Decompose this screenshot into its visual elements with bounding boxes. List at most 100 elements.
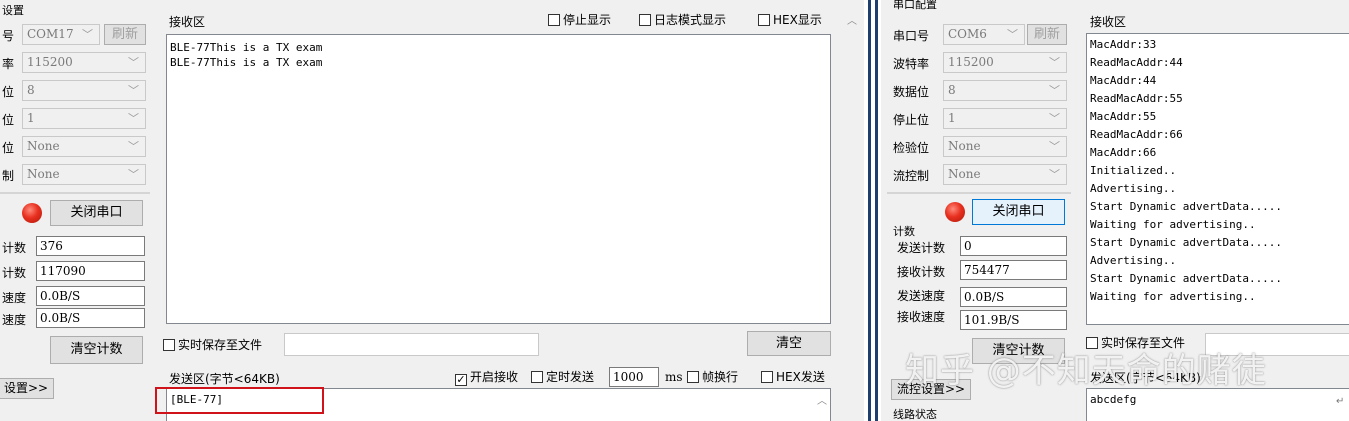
rx-count-label: 接收计数 (897, 265, 946, 279)
timed-send-checkbox[interactable]: 定时发送 (531, 370, 594, 384)
frame-newline-checkbox[interactable]: 帧换行 (687, 370, 738, 384)
databits-label: 位 (2, 85, 15, 99)
baud-label: 波特率 (893, 57, 930, 71)
log-mode-checkbox[interactable]: 日志模式显示 (639, 13, 726, 27)
flowctrl-label: 流控制 (893, 169, 930, 183)
window-gap (864, 0, 867, 421)
rx-count-field: 754477 (960, 260, 1067, 280)
chevron-down-icon: ﹀ (128, 140, 139, 153)
port-label: 号 (2, 29, 15, 43)
parity-select[interactable]: None ﹀ (943, 136, 1067, 157)
refresh-button[interactable]: 刷新 (104, 24, 146, 45)
chevron-down-icon: ﹀ (1049, 112, 1060, 125)
parity-select[interactable]: None ﹀ (22, 136, 146, 157)
close-port-button[interactable]: 关闭串口 (50, 200, 143, 226)
receive-line: Waiting for advertising.. (1090, 290, 1256, 303)
clear-receive-button[interactable]: 清空 (747, 331, 831, 356)
flowctrl-select[interactable]: None ﹀ (943, 164, 1067, 185)
ms-unit-label: ms (665, 370, 683, 384)
rx-speed-field: 0.0B/S (36, 308, 145, 328)
tx-count-field: 0 (960, 236, 1067, 256)
parity-label: 位 (2, 141, 15, 155)
tx-speed-label: 发送速度 (897, 289, 946, 303)
refresh-button[interactable]: 刷新 (1027, 24, 1067, 45)
port-status-led-icon (22, 203, 42, 223)
tx-count-label: 计数 (2, 241, 27, 255)
receive-line: ReadMacAddr:66 (1090, 128, 1183, 141)
rx-count-field: 117090 (36, 261, 145, 281)
chevron-down-icon: ﹀ (1049, 140, 1060, 153)
chevron-down-icon: ﹀ (1049, 84, 1060, 97)
send-area-title: 发送区(字节<64KB) (169, 372, 280, 386)
receive-lines: MacAddr:33 ReadMacAddr:44 MacAddr:44 ReadMa… (1090, 36, 1349, 306)
rx-speed-field: 101.9B/S (960, 310, 1067, 330)
receive-textarea[interactable]: BLE-77This is a TX exam BLE-77This is a … (166, 34, 831, 324)
databits-select[interactable]: 8 ﹀ (943, 80, 1067, 101)
send-text: abcdefg (1090, 393, 1137, 406)
save-file-path-input[interactable] (284, 333, 539, 356)
chevron-down-icon: ﹀ (128, 168, 139, 181)
chevron-down-icon: ﹀ (82, 28, 93, 41)
group-divider (887, 192, 1071, 194)
hex-display-checkbox[interactable]: HEX显示 (758, 13, 822, 27)
rx-speed-label: 接收速度 (897, 310, 946, 324)
tx-speed-field: 0.0B/S (36, 286, 145, 306)
receive-area-title: 接收区 (1090, 15, 1127, 29)
chevron-down-icon: ﹀ (128, 112, 139, 125)
clear-count-button[interactable]: 清空计数 (50, 336, 143, 364)
port-select[interactable]: COM6 ﹀ (943, 24, 1025, 45)
tx-speed-field: 0.0B/S (960, 287, 1067, 307)
rx-speed-label: 速度 (2, 313, 27, 327)
parity-label: 检验位 (893, 141, 930, 155)
stopbits-select[interactable]: 1 ﹀ (943, 108, 1067, 129)
stopbits-label: 停止位 (893, 113, 930, 127)
stop-display-checkbox[interactable]: 停止显示 (548, 13, 611, 27)
receive-line: Advertising.. (1090, 182, 1177, 195)
tx-speed-label: 速度 (2, 291, 27, 305)
stopbits-select[interactable]: 1 ﹀ (22, 108, 146, 129)
receive-line: MacAddr:55 (1090, 110, 1157, 123)
timed-interval-input[interactable]: 1000 (609, 367, 659, 387)
serial-settings-title: 设置 (2, 4, 24, 17)
tx-count-field: 376 (36, 236, 145, 256)
chevron-down-icon: ﹀ (128, 84, 139, 97)
return-arrow-icon: ↵ (1336, 396, 1345, 407)
receive-line: MacAddr:44 (1090, 74, 1157, 87)
receive-line: Waiting for advertising.. (1090, 218, 1256, 231)
chevron-down-icon: ﹀ (1007, 28, 1018, 41)
receive-line: Initialized.. (1090, 164, 1177, 177)
flowctrl-select[interactable]: None ﹀ (22, 164, 146, 185)
close-port-button[interactable]: 关闭串口 (972, 199, 1065, 225)
settings-toggle-button[interactable]: 设置>> (0, 378, 54, 399)
send-textarea[interactable]: abcdefg (1086, 388, 1349, 421)
line-status-title: 线路状态 (893, 408, 937, 421)
baud-label: 率 (2, 57, 15, 71)
receive-line: ReadMacAddr:55 (1090, 92, 1183, 105)
send-scroll-up-arrow-icon[interactable]: ︿ (817, 392, 827, 407)
hex-send-checkbox[interactable]: HEX发送 (761, 370, 825, 384)
databits-select[interactable]: 8 ﹀ (22, 80, 146, 101)
scroll-up-arrow-icon[interactable]: ︿ (847, 12, 857, 27)
rx-count-label: 计数 (2, 266, 27, 280)
baud-select[interactable]: 115200 ﹀ (943, 52, 1067, 73)
baud-select[interactable]: 115200 ﹀ (22, 52, 146, 73)
receive-line: Start Dynamic advertData..... (1090, 272, 1283, 285)
receive-line: Advertising.. (1090, 254, 1177, 267)
stopbits-label: 位 (2, 113, 15, 127)
receive-scrollbar[interactable]: ︿ (844, 8, 860, 353)
counters-group-title: 计数 (893, 225, 915, 238)
port-status-led-icon (945, 202, 965, 222)
receive-line: ReadMacAddr:44 (1090, 56, 1183, 69)
receive-line: MacAddr:33 (1090, 38, 1157, 51)
receive-line: MacAddr:66 (1090, 146, 1157, 159)
port-select[interactable]: COM17 ﹀ (22, 24, 100, 45)
receive-textarea[interactable]: MacAddr:33 ReadMacAddr:44 MacAddr:44 ReadMa… (1086, 33, 1349, 325)
window-border-right (875, 0, 878, 421)
flowctrl-label: 制 (2, 169, 15, 183)
group-divider (0, 192, 150, 194)
port-label: 串口号 (893, 29, 930, 43)
databits-label: 数据位 (893, 85, 930, 99)
save-to-file-checkbox[interactable]: 实时保存至文件 (163, 338, 262, 352)
start-receive-checkbox[interactable]: ✓ 开启接收 (455, 370, 518, 386)
chevron-down-icon: ﹀ (128, 56, 139, 69)
